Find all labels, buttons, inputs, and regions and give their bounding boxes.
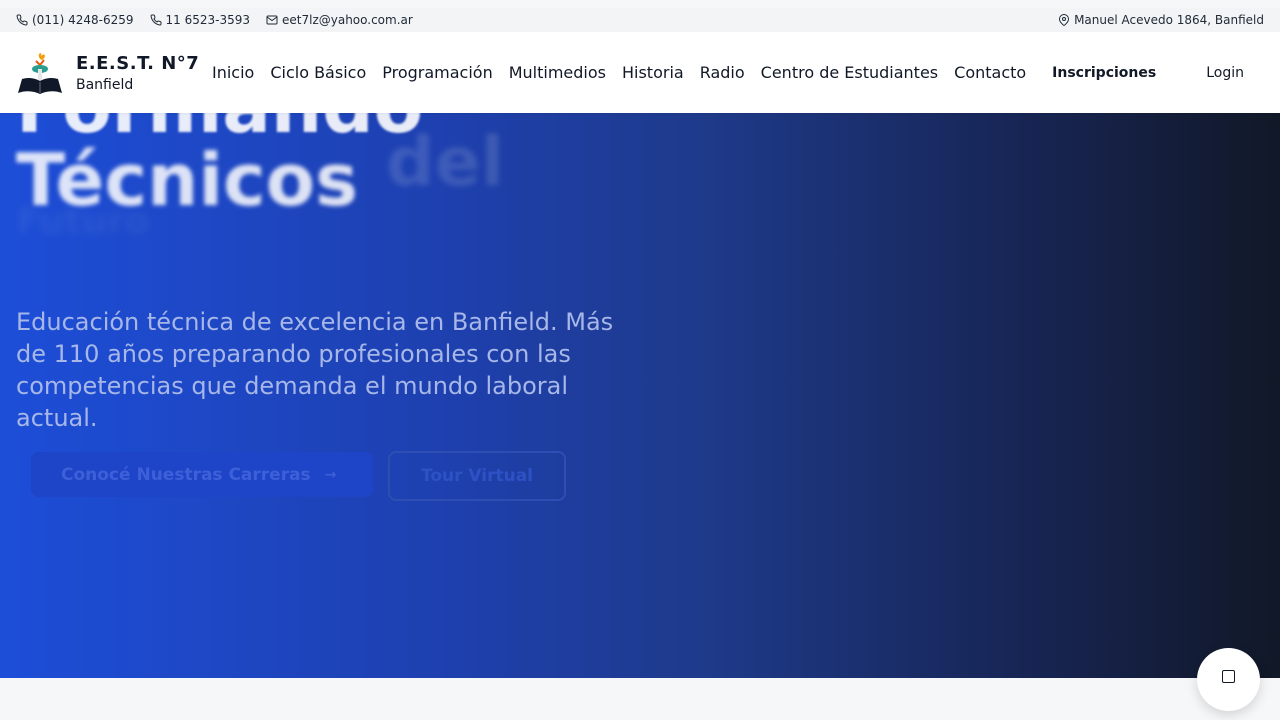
nav-item-centro-de-estudiantes[interactable]: Centro de Estudiantes	[761, 63, 938, 82]
brand-text: E.E.S.T. N°7 Banfield	[76, 53, 199, 93]
address-contact[interactable]: Manuel Acevedo 1864, Banfield	[1058, 13, 1264, 27]
careers-button[interactable]: Conocé Nuestras Carreras →	[31, 452, 373, 497]
header-actions: Inscripciones Login	[1038, 57, 1264, 89]
nav-item-programacion[interactable]: Programación	[382, 63, 492, 82]
phone-number-2: 11 6523-3593	[165, 13, 251, 27]
nav-item-inicio[interactable]: Inicio	[212, 63, 254, 82]
contact-list: (011) 4248-6259 11 6523-3593 eet7lz@yaho…	[16, 13, 413, 27]
hero-description: Educación técnica de excelencia en Banfi…	[16, 308, 614, 432]
hero-title-line-4: Futuro	[16, 201, 150, 242]
school-logo-icon	[18, 52, 62, 94]
phone-contact-1[interactable]: (011) 4248-6259	[16, 13, 134, 27]
nav-item-contacto[interactable]: Contacto	[954, 63, 1026, 82]
site-header: E.E.S.T. N°7 Banfield Inicio Ciclo Básic…	[0, 32, 1280, 113]
arrow-right-icon: →	[324, 466, 337, 483]
top-contact-bar: (011) 4248-6259 11 6523-3593 eet7lz@yaho…	[0, 8, 1280, 32]
phone-contact-2[interactable]: 11 6523-3593	[150, 13, 251, 27]
hero-title-line-3: del	[386, 123, 505, 202]
school-location: Banfield	[76, 76, 134, 93]
mail-icon	[266, 14, 278, 26]
main-nav: Inicio Ciclo Básico Programación Multime…	[212, 63, 1026, 82]
nav-item-ciclo-basico[interactable]: Ciclo Básico	[270, 63, 366, 82]
phone-number-1: (011) 4248-6259	[32, 13, 134, 27]
address-text: Manuel Acevedo 1864, Banfield	[1074, 13, 1264, 27]
hero-section: Formando Técnicos del Futuro Educación t…	[0, 113, 1280, 678]
email-address: eet7lz@yahoo.com.ar	[282, 13, 413, 27]
chat-icon	[1222, 670, 1235, 683]
school-name: E.E.S.T. N°7	[76, 52, 200, 74]
email-contact[interactable]: eet7lz@yahoo.com.ar	[266, 13, 413, 27]
nav-item-historia[interactable]: Historia	[622, 63, 684, 82]
brand-logo-link[interactable]: E.E.S.T. N°7 Banfield	[16, 49, 212, 97]
login-button[interactable]: Login	[1204, 57, 1246, 89]
careers-button-label: Conocé Nuestras Carreras	[61, 464, 311, 485]
map-pin-icon	[1058, 14, 1070, 26]
inscripciones-button[interactable]: Inscripciones	[1038, 57, 1170, 89]
phone-icon	[150, 14, 162, 26]
nav-item-radio[interactable]: Radio	[700, 63, 745, 82]
virtual-tour-button[interactable]: Tour Virtual	[388, 451, 566, 501]
virtual-tour-button-label: Tour Virtual	[420, 466, 534, 486]
nav-item-multimedios[interactable]: Multimedios	[509, 63, 606, 82]
phone-icon	[16, 14, 28, 26]
